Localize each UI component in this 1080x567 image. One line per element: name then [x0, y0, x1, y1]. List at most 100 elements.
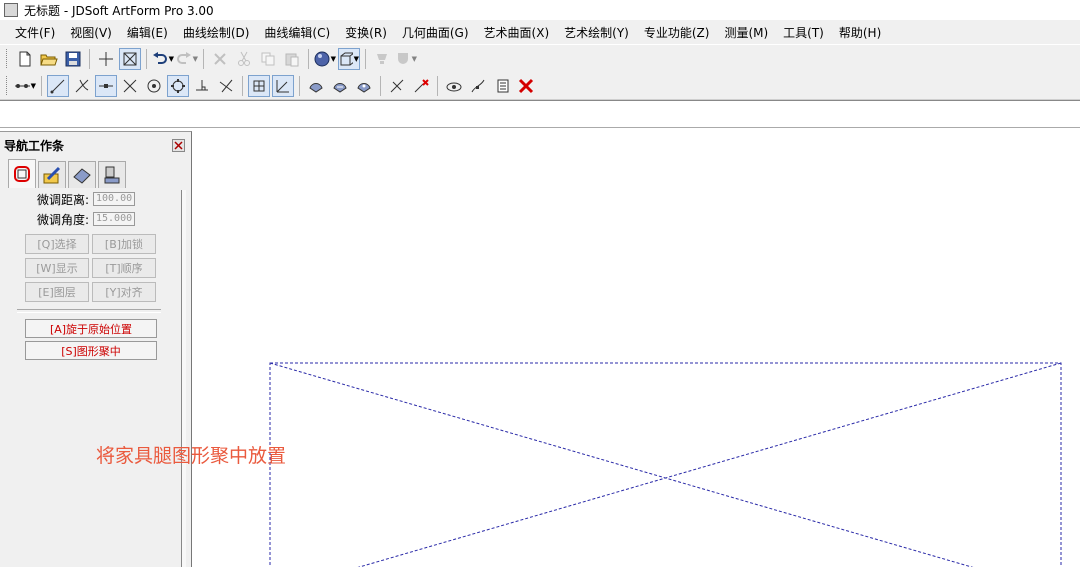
surface-a-icon[interactable] — [305, 75, 327, 97]
toolbar-separator — [41, 75, 42, 96]
toolbar-separator — [437, 75, 438, 96]
snap-toolbar: ▼ — [0, 72, 1080, 100]
center-graphics-button[interactable]: [S]图形聚中 — [25, 341, 157, 360]
surface-tab-icon[interactable] — [68, 161, 96, 188]
menu-help[interactable]: 帮助(H) — [839, 24, 881, 41]
title-bar: 无标题 - JDSoft ArtForm Pro 3.00 — [0, 0, 1080, 20]
menu-view[interactable]: 视图(V) — [70, 24, 112, 41]
lock-button[interactable]: [B]加锁 — [92, 234, 156, 254]
cube-view-icon[interactable]: ▼ — [338, 47, 360, 70]
menu-file[interactable]: 文件(F) — [15, 24, 55, 41]
light-icon[interactable] — [371, 48, 393, 70]
crosshair-icon[interactable] — [95, 48, 117, 70]
bounding-box — [269, 362, 1062, 567]
command-input-bar[interactable] — [0, 100, 1080, 128]
list-icon[interactable] — [491, 75, 513, 97]
menu-edit[interactable]: 编辑(E) — [127, 24, 168, 41]
menu-measure[interactable]: 测量(M) — [724, 24, 768, 41]
perpendicular-icon[interactable] — [191, 75, 213, 97]
trim-point-icon[interactable] — [386, 75, 408, 97]
menu-art-draw[interactable]: 艺术绘制(Y) — [564, 24, 629, 41]
display-button[interactable]: [W]显示 — [25, 258, 89, 278]
new-file-icon[interactable] — [14, 48, 36, 70]
toolbar-separator — [308, 48, 309, 69]
chevron-down-icon: ▼ — [411, 54, 417, 63]
copy-icon[interactable] — [257, 48, 279, 70]
paste-icon[interactable] — [281, 48, 303, 70]
surface-b-icon[interactable] — [329, 75, 351, 97]
delete-icon[interactable] — [209, 48, 231, 70]
nudge-angle-row: 微调角度: 15.000 — [37, 210, 191, 228]
cut-icon[interactable] — [233, 48, 255, 70]
delete-point-icon[interactable] — [410, 75, 432, 97]
menu-curve-edit[interactable]: 曲线编辑(C) — [264, 24, 330, 41]
bisector-icon[interactable] — [215, 75, 237, 97]
midpoint-line-icon[interactable] — [95, 74, 117, 97]
draw-tab-icon[interactable] — [38, 161, 66, 188]
menu-art-surface[interactable]: 艺术曲面(X) — [484, 24, 550, 41]
save-icon[interactable] — [62, 48, 84, 70]
diagonal-line-a — [269, 362, 974, 567]
toolbar-separator — [242, 75, 243, 96]
align-button[interactable]: [Y]对齐 — [92, 282, 156, 302]
chevron-down-icon: ▼ — [330, 54, 336, 63]
panel-scrollbar[interactable] — [181, 190, 186, 567]
nudge-distance-input[interactable]: 100.00 — [93, 192, 135, 206]
menu-transform[interactable]: 变换(R) — [345, 24, 387, 41]
rotate-original-button[interactable]: [A]旋于原始位置 — [25, 319, 157, 338]
toolbar-separator — [203, 48, 204, 69]
window-title: 无标题 - JDSoft ArtForm Pro 3.00 — [24, 3, 214, 18]
zoom-window-icon[interactable] — [119, 47, 141, 70]
surface-c-icon[interactable] — [353, 75, 375, 97]
nudge-angle-input[interactable]: 15.000 — [93, 212, 135, 226]
menu-bar: 文件(F) 视图(V) 编辑(E) 曲线绘制(D) 曲线编辑(C) 变换(R) … — [0, 20, 1080, 44]
nudge-distance-row: 微调距离: 100.00 — [37, 190, 191, 208]
circle-center-icon[interactable] — [143, 75, 165, 97]
snap-mode-icon[interactable]: ▼ — [14, 75, 36, 97]
toolbar-grip[interactable] — [6, 49, 10, 68]
navigation-panel: 导航工作条 微调距离: 100.00 微调角度: 15.000 [Q]选择 [B… — [0, 131, 192, 567]
menu-curve-draw[interactable]: 曲线绘制(D) — [183, 24, 250, 41]
layer-button[interactable]: [E]图层 — [25, 282, 89, 302]
toolbar-separator — [299, 75, 300, 96]
grid-snap-icon[interactable] — [248, 74, 270, 97]
order-button[interactable]: [T]顺序 — [92, 258, 156, 278]
nudge-angle-label: 微调角度: — [37, 212, 90, 227]
toolbar-grip[interactable] — [6, 76, 10, 95]
eye-view-icon[interactable] — [443, 75, 465, 97]
diagonal-line-b — [357, 362, 1062, 567]
close-x-icon[interactable] — [515, 75, 537, 97]
panel-divider — [17, 309, 161, 313]
cross-line-icon[interactable] — [119, 75, 141, 97]
chevron-down-icon: ▼ — [353, 54, 359, 63]
annotation-text: 将家具腿图形聚中放置 — [96, 445, 287, 467]
nudge-distance-label: 微调距离: — [37, 192, 90, 207]
menu-professional[interactable]: 专业功能(Z) — [644, 24, 710, 41]
line-icon[interactable] — [47, 74, 69, 97]
chevron-down-icon: ▼ — [192, 54, 198, 63]
panel-header: 导航工作条 — [0, 132, 191, 158]
open-folder-icon[interactable] — [38, 48, 60, 70]
sphere-render-icon[interactable]: ▼ — [314, 48, 336, 70]
menu-tools[interactable]: 工具(T) — [783, 24, 824, 41]
menu-geometry-surface[interactable]: 几何曲面(G) — [402, 24, 469, 41]
toolbar-separator — [365, 48, 366, 69]
drawing-canvas[interactable] — [193, 128, 1080, 567]
close-icon — [174, 140, 183, 150]
chevron-down-icon: ▼ — [168, 54, 174, 63]
undo-icon[interactable]: ▼ — [152, 48, 174, 70]
axis-icon[interactable] — [272, 74, 294, 97]
point-edit-icon[interactable] — [467, 75, 489, 97]
toolbar-separator — [146, 48, 147, 69]
select-tab-icon[interactable] — [8, 159, 36, 188]
toolbar-separator — [380, 75, 381, 96]
select-button[interactable]: [Q]选择 — [25, 234, 89, 254]
material-icon[interactable]: ▼ — [395, 48, 417, 70]
redo-icon[interactable]: ▼ — [176, 48, 198, 70]
panel-close-button[interactable] — [172, 138, 185, 152]
tool-tab-icon[interactable] — [98, 161, 126, 188]
panel-title: 导航工作条 — [4, 138, 65, 153]
toolbar-separator — [89, 48, 90, 69]
quadrant-point-icon[interactable] — [167, 74, 189, 97]
tangent-line-icon[interactable] — [71, 75, 93, 97]
